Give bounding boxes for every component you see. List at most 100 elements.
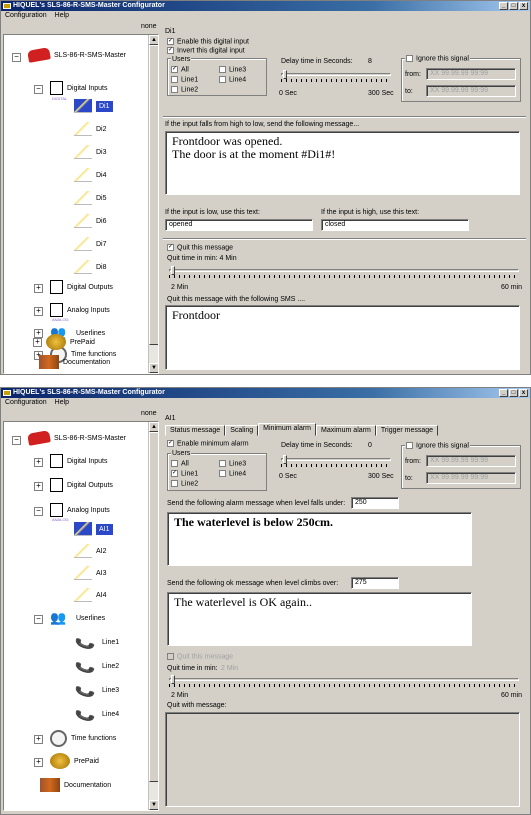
close-button[interactable]: x <box>519 2 528 10</box>
collapse-toggle[interactable]: − <box>12 436 21 445</box>
quit-time-slider[interactable] <box>169 675 519 687</box>
tree-node-ai4[interactable]: AI4 <box>74 588 107 602</box>
tree-node-di2[interactable]: Di2 <box>74 122 107 136</box>
delay-slider[interactable] <box>281 455 391 467</box>
collapse-toggle[interactable]: − <box>34 85 43 94</box>
tree-node-ai2[interactable]: AI2 <box>74 544 107 558</box>
scroll-thumb[interactable] <box>149 432 158 782</box>
tree-node-analog-inputs[interactable]: Analog Inputs <box>50 303 110 317</box>
expand-toggle[interactable]: + <box>34 758 43 767</box>
user-line1-checkbox[interactable]: ✓ Line1 <box>171 470 198 477</box>
expand-toggle[interactable]: + <box>34 284 43 293</box>
tree-node-di8[interactable]: Di8 <box>74 260 107 274</box>
collapse-toggle[interactable]: − <box>34 615 43 624</box>
from-field[interactable]: XX 99.99.99 99:99 <box>426 455 516 467</box>
menu-configuration[interactable]: Configuration <box>5 11 47 21</box>
expand-toggle[interactable]: + <box>34 735 43 744</box>
user-all-checkbox[interactable]: All <box>171 460 189 467</box>
user-line3-checkbox[interactable]: Line3 <box>219 66 246 73</box>
tree-node-line4[interactable]: 📞 Line4 <box>74 704 119 726</box>
maximize-button[interactable]: □ <box>509 2 518 10</box>
expand-toggle[interactable]: + <box>34 307 43 316</box>
expand-toggle[interactable]: + <box>34 458 43 467</box>
quit-message-checkbox[interactable]: Quit this message <box>167 653 233 660</box>
slider-knob[interactable] <box>171 675 175 684</box>
close-button[interactable]: x <box>519 389 528 397</box>
collapse-toggle[interactable]: − <box>34 507 43 516</box>
tab-trigger-message[interactable]: Trigger message <box>375 425 439 436</box>
user-line4-checkbox[interactable]: Line4 <box>219 76 246 83</box>
tree-node-di6[interactable]: Di6 <box>74 214 107 228</box>
tree-node-line3[interactable]: 📞 Line3 <box>74 680 119 702</box>
scroll-thumb[interactable] <box>149 45 158 345</box>
title-bar[interactable]: HIQUEL's SLS-86-R-SMS-Master Configurato… <box>1 1 530 11</box>
tree-node-di3[interactable]: Di3 <box>74 145 107 159</box>
tree-node-di5[interactable]: Di5 <box>74 191 107 205</box>
user-line3-checkbox[interactable]: Line3 <box>219 460 246 467</box>
quit-time-slider[interactable] <box>169 266 519 278</box>
from-field[interactable]: XX 99.99.99 99:99 <box>426 68 516 80</box>
ok-level-input[interactable]: 275 <box>351 577 399 589</box>
tree-node-ai1[interactable]: AI1 <box>74 522 113 536</box>
enable-input-checkbox[interactable]: ✓ Enable this digital input <box>167 38 249 45</box>
menu-help[interactable]: Help <box>55 398 69 408</box>
slider-knob[interactable] <box>283 70 287 79</box>
quit-message-checkbox[interactable]: ✓ Quit this message <box>167 244 233 251</box>
user-line2-checkbox[interactable]: Line2 <box>171 86 198 93</box>
scroll-up-arrow[interactable]: ▲ <box>149 422 158 432</box>
to-field[interactable]: XX 99.99.99 99:99 <box>426 472 516 484</box>
tree-node-userlines[interactable]: 👥 Userlines <box>50 610 105 626</box>
ignore-signal-checkbox[interactable]: Ignore this signal <box>405 55 470 63</box>
delay-slider[interactable] <box>281 70 391 82</box>
user-line4-checkbox[interactable]: Line4 <box>219 470 246 477</box>
tree-node-line2[interactable]: 📞 Line2 <box>74 656 119 678</box>
device-tree[interactable]: − SLS-86-R-SMS-Master − Digital Inputs D… <box>3 34 159 374</box>
tree-node-prepaid[interactable]: PrePaid <box>50 753 99 769</box>
tree-node-analog-inputs[interactable]: Analog Inputs <box>50 503 110 517</box>
alarm-level-input[interactable]: 250 <box>351 497 399 509</box>
scroll-down-arrow[interactable]: ▼ <box>149 363 158 373</box>
tree-scrollbar[interactable]: ▲ ▼ <box>148 422 158 810</box>
ok-message-textarea[interactable]: The waterlevel is OK again.. <box>167 592 472 646</box>
user-line2-checkbox[interactable]: Line2 <box>171 480 198 487</box>
tab-minimum-alarm[interactable]: Minimum alarm <box>258 423 317 436</box>
menu-help[interactable]: Help <box>55 11 69 21</box>
tree-node-time-functions[interactable]: Time functions <box>50 730 116 747</box>
expand-toggle[interactable]: + <box>34 482 43 491</box>
high-text-input[interactable]: closed <box>321 219 469 231</box>
tree-node-prepaid[interactable]: + PrePaid <box>33 334 95 350</box>
slider-knob[interactable] <box>283 455 287 464</box>
tree-node-digital-outputs[interactable]: Digital Outputs <box>50 280 113 294</box>
tab-maximum-alarm[interactable]: Maximum alarm <box>316 425 376 436</box>
tree-node-digital-outputs[interactable]: Digital Outputs <box>50 478 113 492</box>
menu-configuration[interactable]: Configuration <box>5 398 47 408</box>
enable-minimum-alarm-checkbox[interactable]: ✓ Enable minimum alarm <box>167 440 249 447</box>
tree-node-digital-inputs[interactable]: Digital Inputs <box>50 81 107 95</box>
invert-input-checkbox[interactable]: ✓ Invert this digital input <box>167 47 245 54</box>
tree-scrollbar[interactable]: ▲ ▼ <box>148 35 158 373</box>
tab-scaling[interactable]: Scaling <box>225 425 259 436</box>
quit-sms-textarea[interactable]: Frontdoor <box>165 305 520 370</box>
scroll-up-arrow[interactable]: ▲ <box>149 35 158 45</box>
tree-node-ai3[interactable]: AI3 <box>74 566 107 580</box>
tree-node-line1[interactable]: 📞 Line1 <box>74 632 119 654</box>
minimize-button[interactable]: _ <box>499 2 508 10</box>
slider-knob[interactable] <box>171 266 175 275</box>
tree-node-documentation[interactable]: Documentation <box>39 355 110 369</box>
tree-node-master[interactable]: SLS-86-R-SMS-Master <box>27 430 126 446</box>
user-all-checkbox[interactable]: ✓ All <box>171 66 189 73</box>
device-tree[interactable]: − SLS-86-R-SMS-Master + Digital Inputs +… <box>3 421 159 811</box>
low-text-input[interactable]: opened <box>165 219 313 231</box>
tree-node-digital-inputs[interactable]: Digital Inputs <box>50 454 107 468</box>
minimize-button[interactable]: _ <box>499 389 508 397</box>
tree-node-master[interactable]: SLS-86-R-SMS-Master <box>27 47 126 63</box>
tree-node-di7[interactable]: Di7 <box>74 237 107 251</box>
collapse-toggle[interactable]: − <box>12 53 21 62</box>
alarm-message-textarea[interactable]: The waterlevel is below 250cm. <box>167 512 472 566</box>
title-bar[interactable]: HIQUEL's SLS-86-R-SMS-Master Configurato… <box>1 388 530 398</box>
user-line1-checkbox[interactable]: Line1 <box>171 76 198 83</box>
to-field[interactable]: XX 99.99.99 99:99 <box>426 85 516 97</box>
message-textarea[interactable]: Frontdoor was opened. The door is at the… <box>165 131 520 195</box>
tree-node-di4[interactable]: Di4 <box>74 168 107 182</box>
maximize-button[interactable]: □ <box>509 389 518 397</box>
